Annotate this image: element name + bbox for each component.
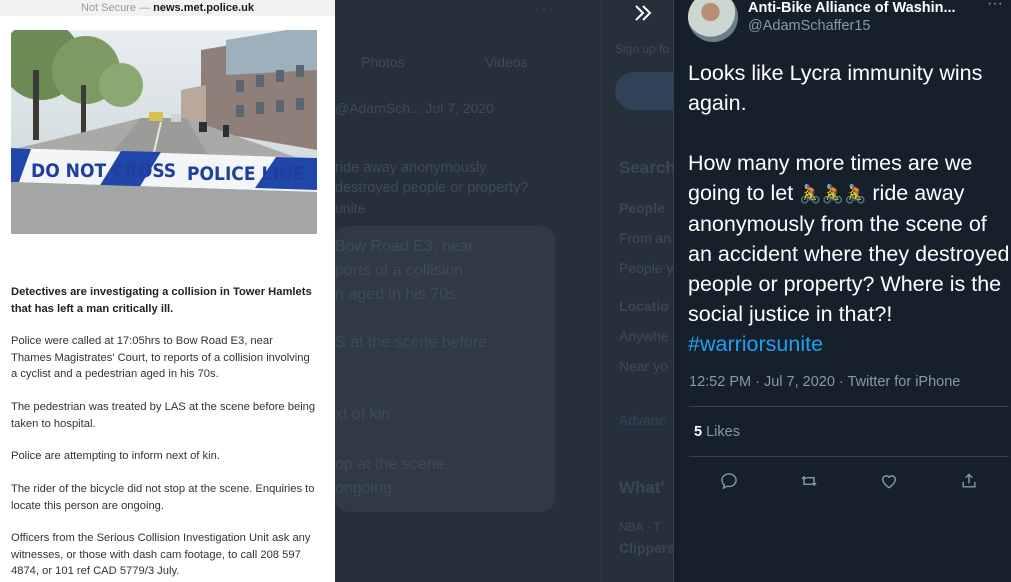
- url-bar: Not Secure — news.met.police.uk: [0, 0, 335, 16]
- ghost-from-any: From an: [619, 230, 672, 246]
- likes-count[interactable]: 5 Likes: [694, 423, 740, 441]
- reply-button[interactable]: [711, 466, 747, 496]
- ghost-nba: NBA · T: [619, 520, 661, 534]
- ghost-column-divider: [600, 0, 601, 582]
- street-photo: DO NOT CROSS POLICE LINE: [11, 30, 317, 234]
- ghost-card-line: ports of a collision: [335, 262, 464, 279]
- article-paragraph-5: Officers from the Serious Collision Inve…: [11, 532, 311, 577]
- ghost-people-heading: People: [619, 200, 665, 216]
- divider: [689, 406, 1009, 407]
- hashtag-link[interactable]: #warriorsunite: [688, 332, 823, 356]
- ghost-tab-videos: Videos: [485, 54, 528, 70]
- article-paragraph-4: The rider of the bicycle did not stop at…: [11, 483, 315, 512]
- like-button[interactable]: [871, 466, 907, 496]
- share-icon: [962, 473, 976, 488]
- ghost-tweet-line3: unite: [335, 200, 366, 216]
- ghost-card-line: op at the scene.: [335, 456, 449, 473]
- tweet-text-line1: Looks like Lycra immunity wins again.: [688, 61, 983, 115]
- article-paragraph-2: The pedestrian was treated by LAS at the…: [11, 401, 316, 430]
- ghost-more-dots: ···: [535, 0, 555, 16]
- retweet-icon: [801, 475, 817, 487]
- tweet-actions: [689, 466, 1009, 496]
- url-prefix: Not Secure —: [80, 2, 154, 14]
- ghost-tweet-line1: ride away anonymously: [335, 160, 487, 176]
- ghost-near-you: Near yo: [619, 358, 669, 374]
- article-headline: Detectives are investigating a collision…: [11, 286, 312, 315]
- ghost-people-you: People y: [619, 260, 673, 276]
- tape-left-text: DO NOT CROSS: [31, 160, 176, 182]
- ghost-advanced: Advanc: [619, 412, 666, 428]
- collapse-panel-button[interactable]: [630, 0, 656, 26]
- ghost-card-line: S at the scene before: [335, 334, 488, 351]
- url-domain: news.met.police.uk: [153, 2, 254, 14]
- article-paragraph-3: Police are attempting to inform next of …: [11, 450, 220, 462]
- ghost-handle-date: @AdamSch... Jul 7, 2020: [335, 100, 494, 116]
- divider: [689, 456, 1009, 457]
- tweet-timestamp[interactable]: 12:52 PM · Jul 7, 2020 · Twitter for iPh…: [689, 373, 960, 391]
- ghost-card-line: n aged in his 70s.: [335, 286, 461, 303]
- dimmed-background: Photos Videos ··· @AdamSch... Jul 7, 202…: [335, 0, 673, 582]
- ghost-clippers: Clippers: [619, 540, 673, 556]
- ghost-article-card: Bow Road E3, near ports of a collision n…: [335, 226, 555, 512]
- article-image: Not Secure — news.met.police.uk DO NOT C…: [0, 0, 335, 582]
- more-dots-icon[interactable]: ···: [985, 0, 1005, 14]
- user-handle[interactable]: @AdamSchaffer15: [748, 18, 870, 35]
- like-icon: [882, 475, 896, 489]
- ghost-signup-text: Sign up fo: [615, 42, 670, 56]
- article-paragraph-1: Police were called at 17:05hrs to Bow Ro…: [11, 335, 310, 380]
- ghost-tab-photos: Photos: [361, 54, 405, 70]
- likes-number: 5: [694, 424, 703, 440]
- retweet-button[interactable]: [791, 466, 827, 496]
- tweet-panel: Anti-Bike Alliance of Washin... @AdamSch…: [673, 0, 1011, 582]
- ghost-location-heading: Locatio: [619, 298, 669, 314]
- ghost-card-line: Bow Road E3, near: [335, 238, 474, 255]
- screenshot-stage: Not Secure — news.met.police.uk DO NOT C…: [0, 0, 1011, 582]
- tape-right-text: POLICE LINE: [187, 163, 305, 185]
- tweet-text: Looks like Lycra immunity wins again. Ho…: [688, 58, 1010, 359]
- double-chevron-right-icon: [635, 5, 652, 21]
- likes-label: Likes: [706, 424, 740, 440]
- ghost-tweet-line2: destroyed people or property?: [335, 180, 529, 196]
- ghost-anywhere: Anywhe: [619, 328, 669, 344]
- display-name[interactable]: Anti-Bike Alliance of Washin...: [748, 0, 968, 17]
- reply-icon: [721, 473, 737, 490]
- ghost-whats-happening: What': [619, 478, 665, 497]
- ghost-signup-button: [615, 72, 673, 110]
- share-button[interactable]: [951, 466, 987, 496]
- avatar[interactable]: [688, 0, 738, 42]
- cyclist-emoji: 🚴🚴🚴: [799, 184, 867, 204]
- ghost-card-line: ongoing.: [335, 480, 397, 497]
- ghost-search-heading: Search: [619, 158, 673, 177]
- ghost-card-line: xt of kin.: [335, 406, 395, 423]
